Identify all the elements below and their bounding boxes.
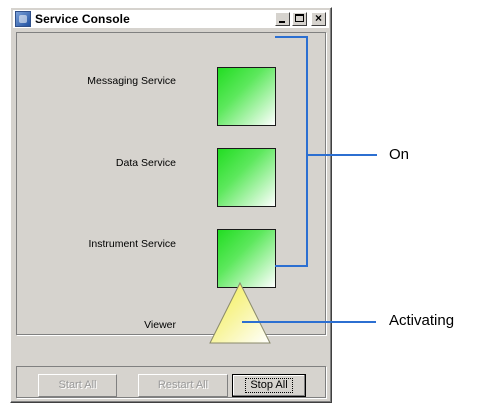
viewer-label: Viewer [144,319,176,331]
restart-all-button[interactable]: Restart All [138,374,228,397]
close-button[interactable]: × [311,11,326,26]
data-service-label: Data Service [115,157,176,169]
window-title: Service Console [35,12,130,26]
maximize-icon [295,14,304,22]
close-icon: × [314,11,322,25]
on-callout-label: On [389,146,410,163]
viewer-status-triangle-icon [209,281,271,344]
stop-all-button[interactable]: Stop All [232,374,306,397]
maximize-button[interactable] [292,12,307,26]
minimize-button[interactable] [275,12,290,26]
button-bar: Start All Restart All Stop All [16,366,326,398]
start-all-button[interactable]: Start All [38,374,117,397]
messaging-service-label: Messaging Service [87,75,176,87]
stop-all-label: Stop All [245,378,293,393]
activating-callout-label: Activating [389,312,455,329]
activating-callout-line [242,321,376,323]
on-callout-bracket [275,36,308,267]
on-callout-line [308,154,377,156]
minimize-icon [279,21,285,23]
title-bar[interactable]: Service Console × [13,10,329,28]
messaging-service-status-icon [217,67,276,126]
app-icon [15,11,31,27]
instrument-service-label: Instrument Service [88,238,176,250]
instrument-service-status-icon [217,229,276,288]
data-service-status-icon [217,148,276,207]
